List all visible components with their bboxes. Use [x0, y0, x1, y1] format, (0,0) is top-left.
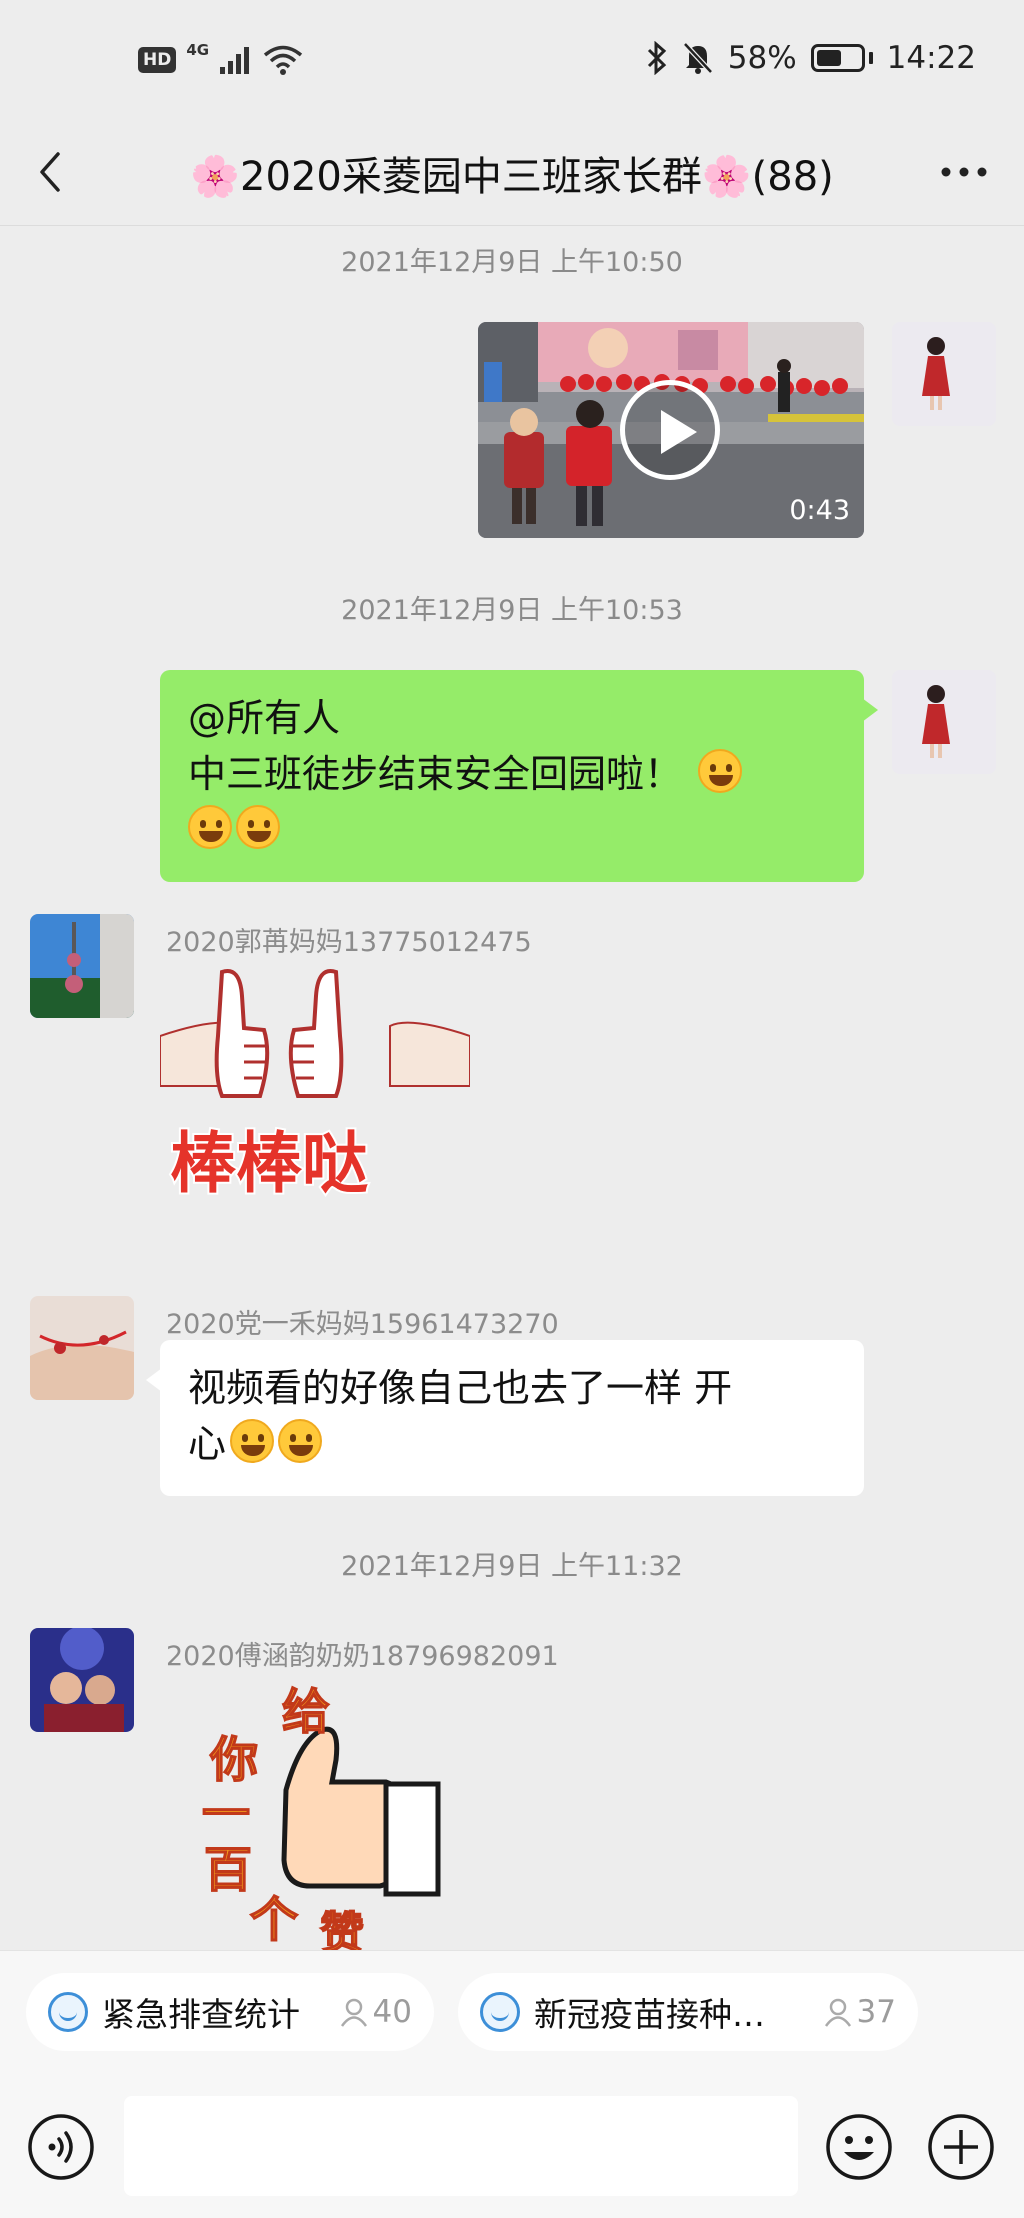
status-right: 58% 14:22	[646, 40, 976, 76]
member-avatar[interactable]	[30, 1296, 134, 1400]
member-nickname: 2020傅涵韵奶奶18796982091	[166, 1641, 559, 1672]
time-separator: 2021年12月9日 上午10:50	[341, 247, 683, 278]
more-dots-icon[interactable]	[934, 142, 994, 202]
play-icon[interactable]	[620, 380, 720, 480]
mute-bell-icon	[682, 42, 713, 74]
sticker-char: 一	[202, 1786, 250, 1842]
network-label: 4G	[186, 41, 210, 59]
message-list[interactable]: 2021年12月9日 上午10:50 0:43 2021年12月9日 上午10:…	[0, 226, 1024, 1950]
video-duration: 0:43	[789, 495, 850, 526]
message-line: 心	[188, 1416, 836, 1472]
shortcut-count: 40	[339, 1994, 412, 2030]
battery-icon	[810, 44, 865, 72]
smile-app-icon	[48, 1992, 88, 2032]
sticker-char: 你	[209, 1732, 258, 1788]
battery-fill	[816, 50, 841, 66]
bluetooth-icon	[647, 41, 666, 75]
my-avatar[interactable]	[892, 322, 996, 426]
smile-app-icon	[480, 1992, 520, 2032]
member-nickname: 2020郭苒妈妈13775012475	[166, 927, 532, 958]
sticker-thumbs-up[interactable]: 棒棒哒	[160, 966, 470, 1236]
shortcut-pill[interactable]: 紧急排查统计 40	[26, 1973, 434, 2051]
person-icon	[824, 1998, 851, 2027]
sticker-char: 个	[250, 1892, 298, 1948]
grin-emoji-icon	[278, 1419, 323, 1463]
member-avatar[interactable]	[30, 914, 134, 1018]
sticker-char: 赞	[320, 1908, 364, 1950]
message-text: 心	[188, 1422, 227, 1466]
shortcut-count: 37	[823, 1994, 896, 2030]
group-shortcuts-bar: 紧急排查统计 40 新冠疫苗接种… 37	[0, 1950, 1024, 2060]
sticker-caption: 棒棒哒	[170, 1125, 368, 1202]
message-line	[188, 802, 836, 858]
member-text-message[interactable]: 视频看的好像自己也去了一样 开 心	[146, 1340, 864, 1496]
hd-badge: HD	[138, 47, 177, 73]
my-text-message[interactable]: @所有人 中三班徒步结束安全回园啦！	[160, 670, 878, 882]
time-separator: 2021年12月9日 上午11:32	[341, 1551, 683, 1582]
chat-screen: HD 4G 58% 14:22 🌸2020采菱园中三班家长群🌸(88) 2021…	[0, 0, 1024, 2218]
shortcut-label: 紧急排查统计	[102, 1995, 300, 2034]
battery-cap	[868, 52, 873, 64]
status-left: HD 4G	[138, 41, 303, 76]
status-bar: HD 4G 58% 14:22	[0, 0, 1024, 120]
hug-emoji-icon	[698, 749, 743, 793]
shortcut-pill[interactable]: 新冠疫苗接种… 37	[458, 1973, 918, 2051]
shortcut-count-value: 40	[372, 1994, 412, 2030]
signal-icon	[220, 47, 250, 74]
sticker-char: 百	[204, 1842, 252, 1898]
chat-header: 🌸2020采菱园中三班家长群🌸(88)	[0, 120, 1024, 226]
member-avatar[interactable]	[30, 1628, 134, 1732]
shortcut-label: 新冠疫苗接种…	[534, 1995, 765, 2034]
grin-emoji-icon	[230, 1419, 275, 1463]
sticker-char: 给	[282, 1684, 330, 1740]
message-text: 中三班徒步结束安全回园啦！	[188, 752, 683, 796]
person-icon	[340, 1998, 367, 2027]
clock: 14:22	[886, 40, 976, 76]
emoji-icon[interactable]	[824, 2112, 894, 2182]
message-line: @所有人	[188, 696, 341, 740]
shortcut-count-value: 37	[856, 1994, 896, 2030]
message-input[interactable]	[124, 2096, 798, 2196]
sticker-thumbs-up-hundred[interactable]: 给 你 一 百 个 赞	[190, 1680, 460, 1950]
message-line: 视频看的好像自己也去了一样 开	[188, 1366, 733, 1410]
message-line: 中三班徒步结束安全回园啦！	[188, 746, 836, 802]
hug-emoji-icon	[236, 805, 280, 849]
time-separator: 2021年12月9日 上午10:53	[341, 595, 683, 626]
input-bar	[0, 2060, 1024, 2218]
video-message[interactable]: 0:43	[478, 322, 864, 538]
my-avatar[interactable]	[892, 670, 996, 774]
plus-icon[interactable]	[926, 2112, 996, 2182]
voice-icon[interactable]	[26, 2112, 96, 2182]
wifi-icon	[263, 45, 303, 75]
member-nickname: 2020党一禾妈妈15961473270	[166, 1309, 559, 1340]
hug-emoji-icon	[188, 805, 232, 849]
chat-title[interactable]: 🌸2020采菱园中三班家长群🌸(88)	[0, 144, 1024, 202]
battery-percent: 58%	[727, 40, 797, 76]
